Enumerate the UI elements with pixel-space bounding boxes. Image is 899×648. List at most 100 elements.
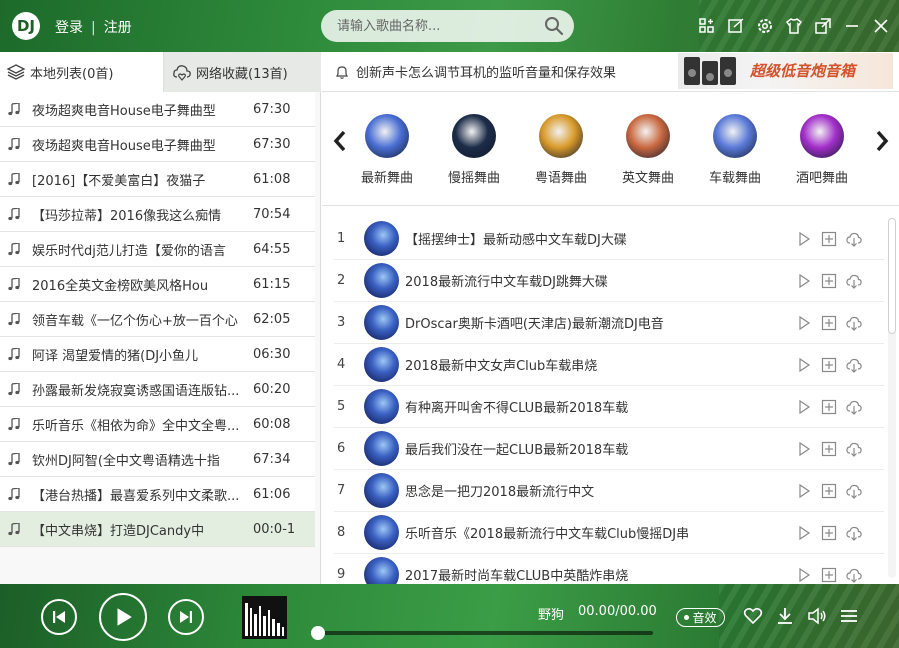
play-track-icon[interactable] — [795, 524, 812, 541]
track-row[interactable]: 7 思念是一把刀2018最新流行中文 — [334, 470, 884, 512]
cloud-download-icon[interactable] — [845, 440, 862, 457]
minimize-icon[interactable] — [842, 16, 862, 36]
song-list-item[interactable]: 2016全英文金榜欧美风格Hou 61:15 — [0, 267, 315, 302]
login-link[interactable]: 登录 — [55, 17, 83, 37]
track-number: 5 — [337, 399, 346, 414]
add-to-list-icon[interactable] — [820, 482, 837, 499]
music-note-icon — [0, 522, 32, 536]
playlist-tabs: 本地列表(0首) 网络收藏(13首) — [0, 52, 321, 92]
cloud-download-icon[interactable] — [845, 482, 862, 499]
edit-icon[interactable] — [726, 16, 746, 36]
close-icon[interactable] — [871, 16, 891, 36]
playlist-menu-icon[interactable] — [839, 606, 859, 626]
category-item[interactable]: 最新舞曲 — [352, 114, 422, 186]
tab-cloud-favorites[interactable]: 网络收藏(13首) — [163, 52, 321, 92]
song-list-item[interactable]: 夜场超爽电音House电子舞曲型 67:30 — [0, 92, 315, 127]
mini-mode-icon[interactable] — [813, 16, 833, 36]
progress-knob[interactable] — [311, 626, 325, 640]
song-list-item[interactable]: 娱乐时代dj范儿打造【爱你的语言 64:55 — [0, 232, 315, 267]
play-track-icon[interactable] — [795, 272, 812, 289]
favorite-heart-icon[interactable] — [743, 606, 763, 626]
download-icon[interactable] — [775, 606, 795, 626]
search-input[interactable] — [337, 16, 537, 36]
settings-icon[interactable] — [755, 16, 775, 36]
cloud-download-icon[interactable] — [845, 398, 862, 415]
track-row[interactable]: 9 2017最新时尚车载CLUB中英酷炸串烧 — [334, 554, 884, 584]
track-cover — [364, 347, 399, 382]
carousel-prev-icon[interactable] — [333, 129, 347, 153]
carousel-next-icon[interactable] — [875, 129, 889, 153]
song-duration: 60:08 — [253, 416, 291, 432]
song-duration: 67:34 — [253, 451, 291, 467]
song-list-item[interactable]: 【玛莎拉蒂】2016像我这么痴情 70:54 — [0, 197, 315, 232]
previous-button[interactable] — [41, 599, 77, 635]
play-track-icon[interactable] — [795, 398, 812, 415]
category-item[interactable]: 英文舞曲 — [613, 114, 683, 186]
add-to-list-icon[interactable] — [820, 566, 837, 583]
cloud-download-icon[interactable] — [845, 314, 862, 331]
song-title: 乐听音乐《相依为命》全中文全粤... — [32, 418, 240, 434]
song-list-item[interactable]: 【港台热播】最喜爱系列中文柔歌... 61:06 — [0, 477, 315, 512]
search-icon[interactable] — [544, 16, 564, 36]
song-duration: 61:06 — [253, 486, 291, 502]
play-track-icon[interactable] — [795, 440, 812, 457]
play-button[interactable] — [99, 593, 147, 641]
volume-icon[interactable] — [807, 606, 827, 626]
track-row[interactable]: 1 【摇摆绅士】最新动感中文车载DJ大碟 — [334, 218, 884, 260]
progress-bar[interactable] — [311, 626, 653, 640]
scrollbar-thumb[interactable] — [888, 218, 896, 334]
track-row[interactable]: 8 乐听音乐《2018最新流行中文车载Club慢摇DJ串 — [334, 512, 884, 554]
shirt-icon[interactable] — [784, 16, 804, 36]
play-track-icon[interactable] — [795, 356, 812, 373]
song-list-item[interactable]: 乐听音乐《相依为命》全中文全粤... 60:08 — [0, 407, 315, 442]
cloud-download-icon[interactable] — [845, 524, 862, 541]
play-track-icon[interactable] — [795, 482, 812, 499]
song-title: 2016全英文金榜欧美风格Hou — [32, 278, 209, 294]
add-to-list-icon[interactable] — [820, 356, 837, 373]
add-to-list-icon[interactable] — [820, 314, 837, 331]
cloud-download-icon[interactable] — [845, 566, 862, 583]
song-list-item[interactable]: 【中文串烧】打造DJCandy中 00:0-1 — [0, 512, 315, 547]
add-to-list-icon[interactable] — [820, 398, 837, 415]
track-row[interactable]: 6 最后我们没在一起CLUB最新2018车载 — [334, 428, 884, 470]
sound-effect-button[interactable]: 音效 — [676, 608, 725, 627]
song-list-item[interactable]: 阿译 渴望爱情的猪(DJ小鱼儿 06:30 — [0, 337, 315, 372]
track-row[interactable]: 2 2018最新流行中文车载DJ跳舞大碟 — [334, 260, 884, 302]
track-cover — [364, 389, 399, 424]
song-list-item[interactable]: 钦州DJ阿智(全中文粤语精选十指 67:34 — [0, 442, 315, 477]
local-list-icon — [6, 64, 26, 80]
apps-icon[interactable] — [697, 16, 717, 36]
song-list-item[interactable]: 孙露最新发烧寂寞诱惑国语连版钻... 60:20 — [0, 372, 315, 407]
add-to-list-icon[interactable] — [820, 230, 837, 247]
song-title: 【玛莎拉蒂】2016像我这么痴情 — [32, 208, 222, 224]
play-track-icon[interactable] — [795, 314, 812, 331]
category-item[interactable]: 粤语舞曲 — [526, 114, 596, 186]
cloud-download-icon[interactable] — [845, 230, 862, 247]
ad-banner-text: 超级低音炮音箱 — [750, 62, 856, 80]
play-track-icon[interactable] — [795, 230, 812, 247]
notice-bar: 创新声卡怎么调节耳机的监听音量和保存效果 超级低音炮音箱 — [322, 52, 899, 92]
song-list-item[interactable]: 领音车载《一亿个伤心+放一百个心 62:05 — [0, 302, 315, 337]
add-to-list-icon[interactable] — [820, 440, 837, 457]
cloud-download-icon[interactable] — [845, 272, 862, 289]
register-link[interactable]: 注册 — [104, 17, 132, 37]
track-number: 4 — [337, 357, 346, 372]
song-list-item[interactable]: [2016]【不爱美富白】夜猫子 61:08 — [0, 162, 315, 197]
next-button[interactable] — [168, 599, 204, 635]
equalizer-bar — [263, 616, 266, 636]
tab-local-list[interactable]: 本地列表(0首) — [0, 52, 163, 92]
notice-link[interactable]: 创新声卡怎么调节耳机的监听音量和保存效果 — [356, 62, 616, 81]
category-item[interactable]: 车载舞曲 — [700, 114, 770, 186]
track-row[interactable]: 3 DrOscar奥斯卡酒吧(天津店)最新潮流DJ电音 — [334, 302, 884, 344]
track-row[interactable]: 5 有种离开叫舍不得CLUB最新2018车载 — [334, 386, 884, 428]
category-item[interactable]: 慢摇舞曲 — [439, 114, 509, 186]
cloud-download-icon[interactable] — [845, 356, 862, 373]
add-to-list-icon[interactable] — [820, 524, 837, 541]
song-list-item[interactable]: 夜场超爽电音House电子舞曲型 67:30 — [0, 127, 315, 162]
track-row[interactable]: 4 2018最新中文女声Club车载串烧 — [334, 344, 884, 386]
play-track-icon[interactable] — [795, 566, 812, 583]
track-list-scrollbar[interactable] — [888, 218, 896, 578]
category-item[interactable]: 酒吧舞曲 — [787, 114, 857, 186]
add-to-list-icon[interactable] — [820, 272, 837, 289]
ad-banner[interactable]: 超级低音炮音箱 — [678, 53, 893, 89]
